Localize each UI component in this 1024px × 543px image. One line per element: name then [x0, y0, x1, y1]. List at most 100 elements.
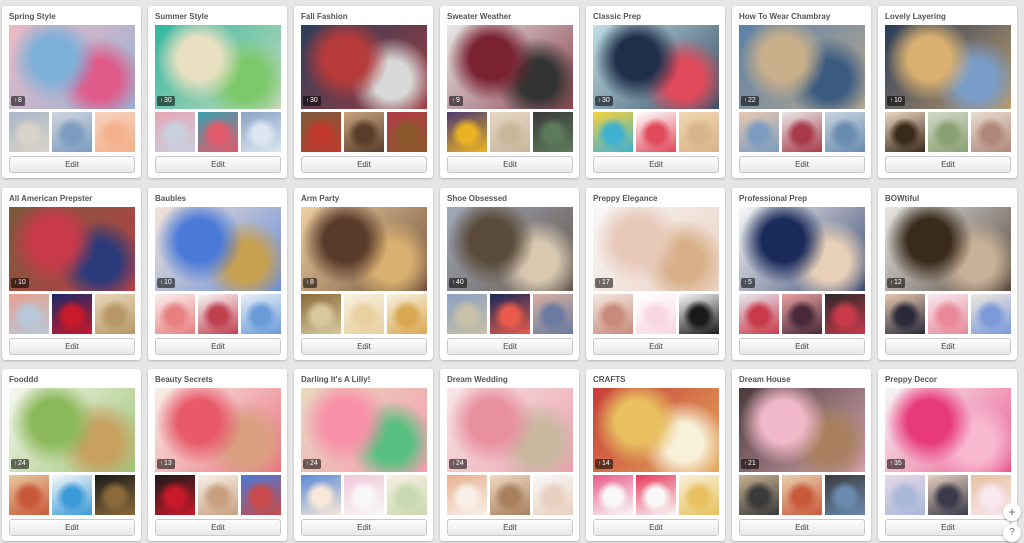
board-cover-image[interactable]: ↑8 — [301, 207, 427, 291]
edit-button[interactable]: Edit — [885, 156, 1011, 173]
board-card[interactable]: Sweater Weather ↑9 Edit — [440, 6, 579, 178]
edit-button[interactable]: Edit — [885, 338, 1011, 355]
board-cover-image[interactable]: ↑24 — [301, 388, 427, 472]
board-card[interactable]: How To Wear Chambray ↑22 Edit — [732, 6, 871, 178]
board-thumbnail[interactable] — [636, 475, 676, 515]
board-thumbnail[interactable] — [885, 112, 925, 152]
board-thumbnail[interactable] — [825, 112, 865, 152]
board-card[interactable]: Darling It's A Lilly! ↑24 Edit — [294, 369, 433, 541]
board-thumbnail[interactable] — [198, 475, 238, 515]
board-thumbnail[interactable] — [679, 475, 719, 515]
board-title[interactable]: Lovely Layering — [885, 11, 1013, 22]
board-thumbnail[interactable] — [636, 294, 676, 334]
board-title[interactable]: Preppy Decor — [885, 374, 1013, 385]
board-thumbnail[interactable] — [593, 112, 633, 152]
edit-button[interactable]: Edit — [447, 338, 573, 355]
edit-button[interactable]: Edit — [155, 338, 281, 355]
board-cover-image[interactable]: ↑8 — [9, 25, 135, 109]
board-thumbnail[interactable] — [198, 294, 238, 334]
edit-button[interactable]: Edit — [593, 519, 719, 536]
board-thumbnail[interactable] — [825, 294, 865, 334]
board-title[interactable]: BOWtiful — [885, 193, 1013, 204]
edit-button[interactable]: Edit — [9, 156, 135, 173]
board-cover-image[interactable]: ↑30 — [593, 25, 719, 109]
board-cover-image[interactable]: ↑9 — [447, 25, 573, 109]
board-thumbnail[interactable] — [9, 112, 49, 152]
board-title[interactable]: Preppy Elegance — [593, 193, 721, 204]
board-title[interactable]: Arm Party — [301, 193, 429, 204]
board-title[interactable]: CRAFTS — [593, 374, 721, 385]
board-thumbnail[interactable] — [447, 112, 487, 152]
board-thumbnail[interactable] — [447, 475, 487, 515]
edit-button[interactable]: Edit — [301, 338, 427, 355]
board-cover-image[interactable]: ↑22 — [739, 25, 865, 109]
board-cover-image[interactable]: ↑24 — [9, 388, 135, 472]
edit-button[interactable]: Edit — [9, 519, 135, 536]
board-thumbnail[interactable] — [241, 112, 281, 152]
board-card[interactable]: Fall Fashion ↑30 Edit — [294, 6, 433, 178]
board-thumbnail[interactable] — [95, 112, 135, 152]
board-title[interactable]: Dream Wedding — [447, 374, 575, 385]
board-cover-image[interactable]: ↑40 — [447, 207, 573, 291]
edit-button[interactable]: Edit — [301, 156, 427, 173]
board-thumbnail[interactable] — [95, 475, 135, 515]
board-cover-image[interactable]: ↑14 — [593, 388, 719, 472]
board-card[interactable]: CRAFTS ↑14 Edit — [586, 369, 725, 541]
board-card[interactable]: Fooddd ↑24 Edit — [2, 369, 141, 541]
board-card[interactable]: Summer Style ↑30 Edit — [148, 6, 287, 178]
board-card[interactable]: Lovely Layering ↑10 Edit — [878, 6, 1017, 178]
help-icon[interactable]: ? — [1003, 524, 1021, 542]
edit-button[interactable]: Edit — [739, 156, 865, 173]
board-thumbnail[interactable] — [593, 475, 633, 515]
board-thumbnail[interactable] — [971, 294, 1011, 334]
board-card[interactable]: All American Prepster ↑10 Edit — [2, 188, 141, 360]
board-card[interactable]: Preppy Decor ↑35 Edit — [878, 369, 1017, 541]
board-thumbnail[interactable] — [885, 294, 925, 334]
board-thumbnail[interactable] — [739, 294, 779, 334]
board-cover-image[interactable]: ↑13 — [155, 388, 281, 472]
board-thumbnail[interactable] — [9, 475, 49, 515]
board-thumbnail[interactable] — [679, 294, 719, 334]
board-title[interactable]: Fall Fashion — [301, 11, 429, 22]
board-title[interactable]: Spring Style — [9, 11, 137, 22]
board-cover-image[interactable]: ↑10 — [155, 207, 281, 291]
edit-button[interactable]: Edit — [301, 519, 427, 536]
edit-button[interactable]: Edit — [155, 519, 281, 536]
board-thumbnail[interactable] — [387, 112, 427, 152]
board-card[interactable]: Dream House ↑21 Edit — [732, 369, 871, 541]
board-cover-image[interactable]: ↑35 — [885, 388, 1011, 472]
board-thumbnail[interactable] — [739, 475, 779, 515]
edit-button[interactable]: Edit — [155, 156, 281, 173]
board-title[interactable]: All American Prepster — [9, 193, 137, 204]
board-thumbnail[interactable] — [241, 294, 281, 334]
board-thumbnail[interactable] — [679, 112, 719, 152]
board-thumbnail[interactable] — [301, 294, 341, 334]
board-thumbnail[interactable] — [593, 294, 633, 334]
board-thumbnail[interactable] — [52, 294, 92, 334]
board-thumbnail[interactable] — [490, 112, 530, 152]
board-thumbnail[interactable] — [825, 475, 865, 515]
board-thumbnail[interactable] — [301, 112, 341, 152]
board-cover-image[interactable]: ↑12 — [885, 207, 1011, 291]
board-card[interactable]: Classic Prep ↑30 Edit — [586, 6, 725, 178]
board-thumbnail[interactable] — [52, 475, 92, 515]
board-thumbnail[interactable] — [344, 294, 384, 334]
board-thumbnail[interactable] — [301, 475, 341, 515]
board-title[interactable]: Sweater Weather — [447, 11, 575, 22]
board-thumbnail[interactable] — [9, 294, 49, 334]
board-thumbnail[interactable] — [387, 475, 427, 515]
board-card[interactable]: Spring Style ↑8 Edit — [2, 6, 141, 178]
board-card[interactable]: Shoe Obsessed ↑40 Edit — [440, 188, 579, 360]
board-thumbnail[interactable] — [155, 475, 195, 515]
board-thumbnail[interactable] — [782, 475, 822, 515]
board-thumbnail[interactable] — [782, 112, 822, 152]
board-title[interactable]: Summer Style — [155, 11, 283, 22]
board-title[interactable]: Professional Prep — [739, 193, 867, 204]
board-cover-image[interactable]: ↑30 — [301, 25, 427, 109]
board-thumbnail[interactable] — [490, 294, 530, 334]
board-cover-image[interactable]: ↑5 — [739, 207, 865, 291]
board-cover-image[interactable]: ↑30 — [155, 25, 281, 109]
board-card[interactable]: Dream Wedding ↑24 Edit — [440, 369, 579, 541]
add-icon[interactable]: + — [1003, 503, 1021, 521]
edit-button[interactable]: Edit — [9, 338, 135, 355]
